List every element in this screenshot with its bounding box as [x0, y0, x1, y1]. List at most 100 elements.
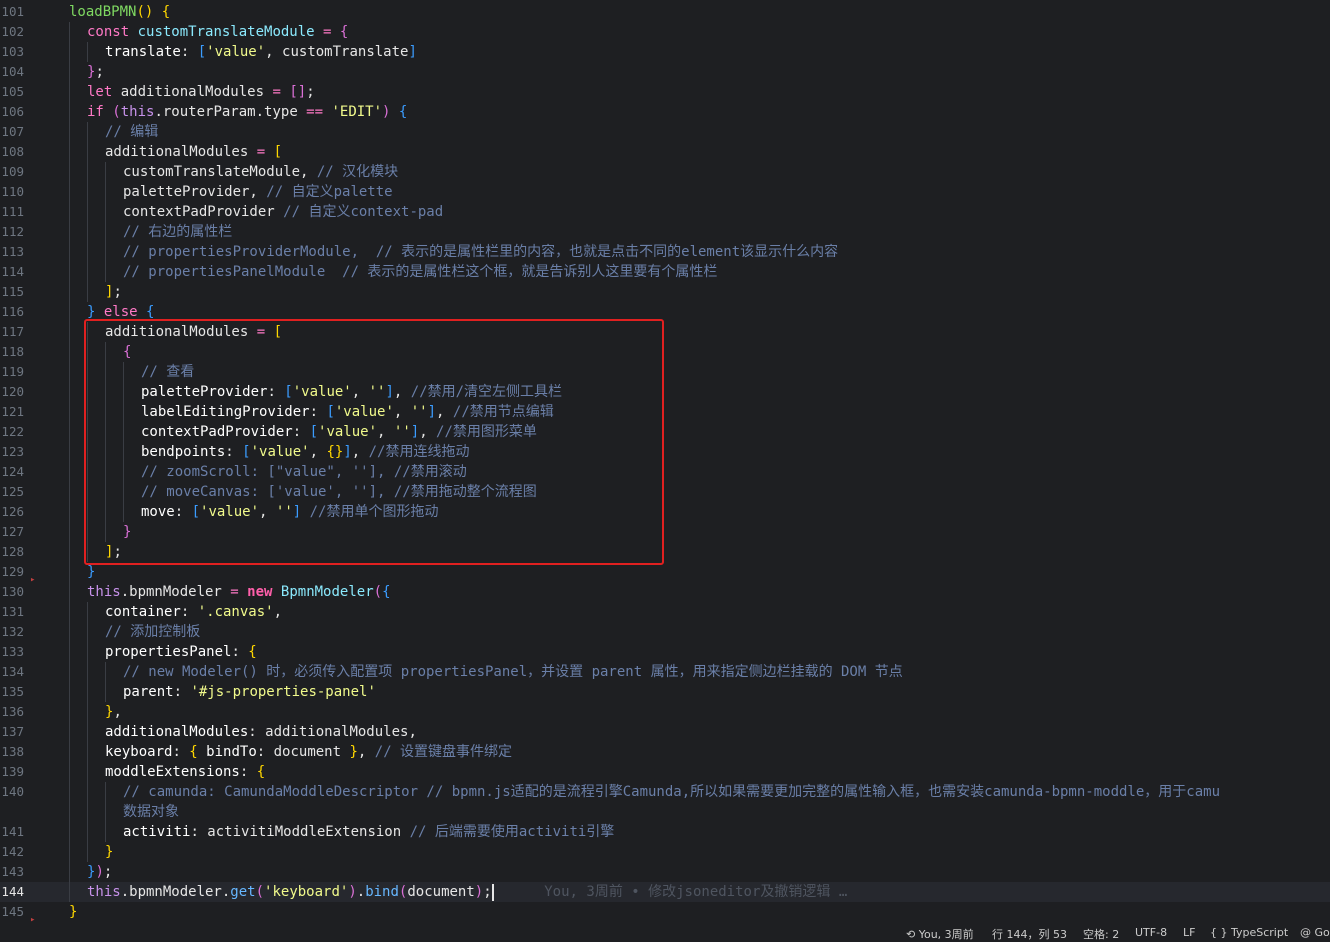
indent-guide — [87, 602, 88, 622]
code-line[interactable]: 129 ▸} — [0, 562, 1330, 585]
code-line[interactable]: 143}); — [0, 862, 1330, 882]
code-line[interactable]: 102 const customTranslateModule = { — [0, 22, 1330, 42]
code-token: customTranslateModule, — [123, 164, 317, 180]
code-text: container: '.canvas', — [105, 602, 282, 622]
code-line[interactable]: 138 keyboard: { bindTo: document }, // 设置… — [0, 742, 1330, 762]
indent-guide — [69, 882, 70, 902]
code-line[interactable]: 112 // 右边的属性栏 — [0, 222, 1330, 242]
code-token: ( — [255, 884, 265, 900]
code-token: ) — [95, 864, 104, 880]
code-line[interactable]: 145 ▸} — [0, 902, 1330, 925]
line-number: 142 — [1, 844, 24, 859]
code-line[interactable]: 114 // propertiesPanelModule // 表示的是属性栏这个… — [0, 262, 1330, 282]
indent-guide — [69, 102, 70, 122]
indent-guide — [69, 682, 70, 702]
code-token: : document — [256, 744, 350, 760]
indent-guide — [69, 142, 70, 162]
line-number: 102 — [1, 24, 24, 39]
code-token: .bpmnModeler. — [120, 884, 231, 900]
code-line[interactable]: 107 // 编辑 — [0, 122, 1330, 142]
indent-guide — [69, 302, 70, 322]
code-line[interactable]: 130 this.bpmnModeler = new BpmnModeler({ — [0, 582, 1330, 602]
code-token: : activitiModdleExtension — [190, 824, 410, 840]
code-token: ; — [483, 884, 492, 900]
status-eol[interactable]: LF — [1183, 926, 1195, 939]
fold-marker-icon[interactable]: ▸ — [30, 910, 35, 925]
line-number: 116 — [1, 304, 24, 319]
code-token: propertiesPanel — [105, 644, 232, 660]
code-line[interactable]: 140 // camunda: CamundaModdleDescriptor /… — [0, 782, 1330, 802]
code-text: if (this.routerParam.type == 'EDIT') { — [87, 102, 407, 122]
code-line[interactable]: 106 if (this.routerParam.type == 'EDIT') … — [0, 102, 1330, 122]
code-line[interactable]: 141 activiti: activitiModdleExtension // … — [0, 822, 1330, 842]
code-token: ( — [373, 584, 383, 600]
code-line[interactable]: 数据对象 — [0, 802, 1330, 822]
status-cursor-position[interactable]: 行 144，列 53 — [992, 926, 1067, 942]
indent-guide — [69, 562, 70, 582]
code-line[interactable]: 142} — [0, 842, 1330, 862]
code-text: }); — [87, 862, 112, 882]
code-line[interactable]: 108 additionalModules = [ — [0, 142, 1330, 162]
code-text: // 右边的属性栏 — [123, 222, 232, 242]
code-token: ; — [95, 64, 104, 80]
code-token: [ — [273, 144, 283, 160]
indent-guide — [69, 282, 70, 302]
code-token: this — [87, 884, 121, 900]
indent-guide — [87, 622, 88, 642]
indent-guide — [87, 742, 88, 762]
code-line[interactable]: 135 parent: '#js-properties-panel' — [0, 682, 1330, 702]
status-encoding[interactable]: UTF-8 — [1135, 926, 1167, 939]
code-token: additionalModules — [105, 724, 249, 740]
git-blame-inline: You, 3周前 • 修改jsoneditor及撤销逻辑 … — [493, 884, 848, 900]
code-token: { — [248, 644, 257, 660]
code-token: // 汉化模块 — [316, 164, 399, 180]
code-line[interactable]: 101 loadBPMN() { — [0, 2, 1330, 22]
code-token: { — [146, 304, 155, 320]
indent-guide — [87, 182, 88, 202]
code-token: : — [172, 744, 190, 760]
code-line[interactable]: 109 customTranslateModule, // 汉化模块 — [0, 162, 1330, 182]
code-line[interactable]: 115]; — [0, 282, 1330, 302]
code-line[interactable]: 113 // propertiesProviderModule, // 表示的是属… — [0, 242, 1330, 262]
code-line[interactable]: 134 // new Modeler() 时，必须传入配置项 properties… — [0, 662, 1330, 682]
line-number: 130 — [1, 584, 24, 599]
code-line[interactable]: 132 // 添加控制板 — [0, 622, 1330, 642]
status-extra[interactable]: @ Go — [1300, 926, 1330, 939]
code-line[interactable]: 110 paletteProvider, // 自定义palette — [0, 182, 1330, 202]
indent-guide — [69, 842, 70, 862]
status-git-blame[interactable]: ⟲ You, 3周前 — [906, 926, 974, 942]
status-language-mode[interactable]: { } TypeScript — [1210, 926, 1288, 939]
code-token: [ — [197, 44, 207, 60]
indent-guide — [69, 322, 70, 342]
code-line[interactable]: 131 container: '.canvas', — [0, 602, 1330, 622]
code-line[interactable]: 144 this.bpmnModeler.get('keyboard').bind… — [0, 882, 1330, 902]
indent-guide — [105, 802, 106, 822]
code-line[interactable]: 136}, — [0, 702, 1330, 722]
line-number: 125 — [1, 484, 24, 499]
indent-guide — [69, 782, 70, 802]
code-text: additionalModules: additionalModules, — [105, 722, 417, 742]
indent-guide — [69, 462, 70, 482]
code-token: bind — [365, 884, 399, 900]
line-number: 129 — [1, 564, 24, 579]
code-line[interactable]: 104}; — [0, 62, 1330, 82]
indent-guide — [69, 422, 70, 442]
line-number: 121 — [1, 404, 24, 419]
line-number: 110 — [1, 184, 24, 199]
code-line[interactable]: 103 translate: ['value', customTranslate] — [0, 42, 1330, 62]
status-indentation[interactable]: 空格: 2 — [1083, 926, 1119, 942]
line-number: 119 — [1, 364, 24, 379]
indent-guide — [69, 542, 70, 562]
code-line[interactable]: 139 moddleExtensions: { — [0, 762, 1330, 782]
indent-guide — [87, 802, 88, 822]
indent-guide — [69, 42, 70, 62]
code-line[interactable]: 111 contextPadProvider // 自定义context-pad — [0, 202, 1330, 222]
code-line[interactable]: 105 let additionalModules = []; — [0, 82, 1330, 102]
code-line[interactable]: 133 propertiesPanel: { — [0, 642, 1330, 662]
code-line[interactable]: 137 additionalModules: additionalModules, — [0, 722, 1330, 742]
code-token: // 后端需要使用activiti引擎 — [409, 824, 615, 840]
line-number: 108 — [1, 144, 24, 159]
indent-guide — [69, 522, 70, 542]
